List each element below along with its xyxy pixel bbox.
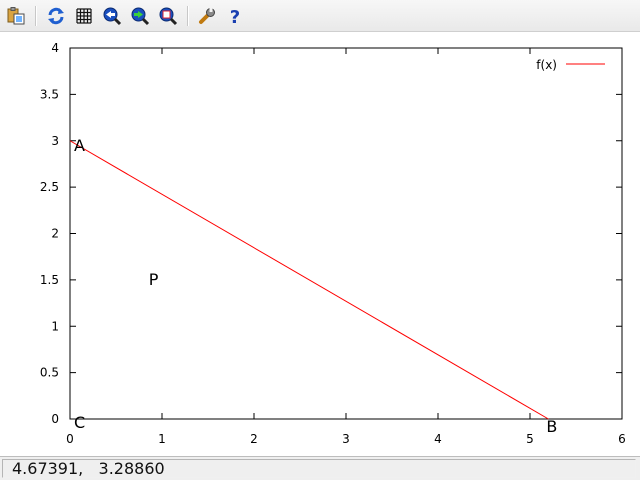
- y-tick-label: 4: [51, 41, 59, 55]
- svg-text:?: ?: [230, 7, 240, 26]
- gnuplot-window: ? 0 1 2 3 4 5 6 0 0.5 1 1.5 2 2.5 3 3.5 4 A B C P f(x) 4.6…: [0, 0, 640, 480]
- x-tick-label: 5: [526, 432, 534, 446]
- y-tick-label: 3.5: [40, 87, 59, 101]
- point-label-a: A: [74, 136, 85, 155]
- x-tick-label: 1: [158, 432, 166, 446]
- y-tick-label: 0: [51, 412, 59, 426]
- help-icon[interactable]: ?: [225, 6, 245, 26]
- copy-to-clipboard-icon[interactable]: [6, 6, 26, 26]
- x-tick-label: 2: [250, 432, 258, 446]
- toolbar-separator: [35, 6, 37, 26]
- legend-label: f(x): [536, 58, 557, 72]
- y-tick-label: 3: [51, 134, 59, 148]
- status-bar: 4.67391, 3.28860: [0, 456, 640, 480]
- point-label-b: B: [546, 417, 557, 436]
- x-tick-label: 3: [342, 432, 350, 446]
- grid-icon[interactable]: [74, 6, 94, 26]
- toolbar: ?: [0, 0, 640, 32]
- y-tick-label: 2.5: [40, 180, 59, 194]
- toolbar-separator: [187, 6, 189, 26]
- mouse-coordinates-readout: 4.67391, 3.28860: [2, 459, 636, 478]
- plot-canvas[interactable]: 0 1 2 3 4 5 6 0 0.5 1 1.5 2 2.5 3 3.5 4 A B C P f(x): [0, 32, 640, 456]
- plot-area[interactable]: 0 1 2 3 4 5 6 0 0.5 1 1.5 2 2.5 3 3.5 4 A B C P f(x): [0, 32, 640, 456]
- replot-icon[interactable]: [46, 6, 66, 26]
- preferences-wrench-icon[interactable]: [197, 6, 217, 26]
- y-tick-label: 2: [51, 227, 59, 241]
- series-line-f-x: [69, 140, 549, 420]
- y-tick-label: 1: [51, 319, 59, 333]
- zoom-previous-icon[interactable]: [102, 6, 122, 26]
- x-tick-label: 0: [66, 432, 74, 446]
- x-tick-label: 6: [618, 432, 626, 446]
- y-tick-label: 0.5: [40, 366, 59, 380]
- y-tick-label: 1.5: [40, 273, 59, 287]
- plot-border: [69, 47, 623, 420]
- unzoom-icon[interactable]: [158, 6, 178, 26]
- zoom-next-icon[interactable]: [130, 6, 150, 26]
- x-tick-label: 4: [434, 432, 442, 446]
- point-label-p: P: [149, 270, 159, 289]
- point-label-c: C: [74, 413, 85, 432]
